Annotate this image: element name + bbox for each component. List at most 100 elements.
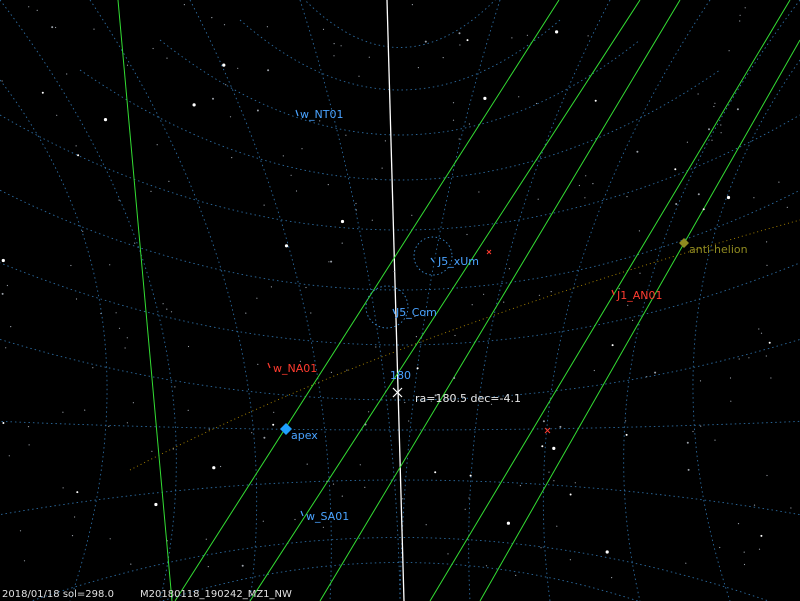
star <box>411 214 413 216</box>
star <box>262 520 264 522</box>
star <box>266 26 268 28</box>
star <box>540 547 542 549</box>
star <box>330 371 332 373</box>
star <box>692 430 694 433</box>
star <box>41 91 44 94</box>
star <box>115 312 117 314</box>
star <box>150 190 152 192</box>
star <box>205 538 207 540</box>
star <box>519 485 522 487</box>
star <box>548 471 550 473</box>
star <box>341 242 343 244</box>
radiant-label-J5_Com[interactable]: J5_Com <box>396 307 437 319</box>
star <box>355 209 357 211</box>
star <box>374 178 376 180</box>
star <box>256 297 258 299</box>
star <box>211 17 213 19</box>
star <box>56 114 58 116</box>
radiant-label-w_NA01[interactable]: w_NA01 <box>273 363 317 375</box>
radiant-label-J5_xUm[interactable]: J5_xUm <box>438 256 479 268</box>
star <box>27 426 30 428</box>
star <box>346 369 348 371</box>
capture-file-id: M20180118_190242_MZ1_NW <box>140 589 292 600</box>
star <box>92 367 94 369</box>
star <box>453 377 456 379</box>
radiant-label-J1_AN01[interactable]: J1_AN01 <box>617 290 663 302</box>
star <box>758 548 761 550</box>
star <box>132 402 134 404</box>
star <box>720 124 722 126</box>
star <box>458 138 460 140</box>
star <box>675 203 678 205</box>
star <box>364 423 367 426</box>
star <box>739 20 741 22</box>
star <box>340 219 345 224</box>
star <box>632 319 634 321</box>
star <box>82 230 84 232</box>
star <box>638 230 641 232</box>
star <box>284 244 289 248</box>
sky-chart[interactable] <box>0 0 800 601</box>
star <box>118 199 120 201</box>
star <box>371 219 373 221</box>
star <box>466 39 469 42</box>
star <box>84 409 86 411</box>
star <box>126 337 128 339</box>
star <box>770 377 772 379</box>
star <box>257 363 259 365</box>
star <box>70 264 72 267</box>
star <box>151 450 153 452</box>
radiant-label-w_SA01[interactable]: w_SA01 <box>306 511 349 523</box>
star <box>685 562 687 564</box>
anti-helion-label: anti-helion <box>689 243 748 256</box>
star <box>330 260 333 263</box>
star <box>483 293 485 295</box>
star <box>229 116 232 118</box>
star <box>8 455 10 457</box>
star <box>237 67 239 69</box>
star <box>424 40 427 43</box>
star <box>310 312 312 314</box>
star <box>748 357 750 359</box>
star <box>118 327 121 329</box>
star <box>6 284 8 287</box>
star <box>220 465 222 468</box>
cursor-coordinate-readout: ra=180.5 dec=-4.1 <box>415 392 521 405</box>
radiant-label-w_NT01[interactable]: w_NT01 <box>300 109 343 121</box>
star <box>674 168 677 171</box>
star <box>537 198 539 200</box>
star <box>478 191 480 193</box>
star <box>699 380 702 382</box>
star <box>541 445 544 448</box>
star <box>341 495 343 497</box>
star <box>753 197 755 199</box>
star <box>345 134 347 136</box>
star <box>720 132 722 134</box>
star <box>611 577 613 579</box>
star <box>36 9 38 11</box>
anti-helion-marker-icon[interactable] <box>679 238 689 248</box>
star <box>270 286 272 288</box>
star <box>485 565 488 567</box>
star <box>768 341 771 344</box>
star <box>708 128 710 131</box>
star <box>719 546 721 549</box>
star <box>686 441 689 444</box>
star <box>753 504 756 506</box>
star <box>452 119 455 121</box>
star <box>697 93 699 95</box>
star <box>126 422 128 424</box>
star <box>687 468 690 471</box>
star <box>592 183 594 185</box>
star <box>569 559 572 561</box>
star <box>458 32 461 35</box>
star <box>192 103 196 107</box>
star <box>686 141 689 143</box>
star <box>1 258 5 263</box>
star <box>322 28 325 30</box>
star <box>28 6 30 8</box>
star <box>552 446 556 450</box>
star <box>71 535 74 537</box>
star <box>51 26 54 29</box>
radiant-ticks <box>267 109 615 517</box>
